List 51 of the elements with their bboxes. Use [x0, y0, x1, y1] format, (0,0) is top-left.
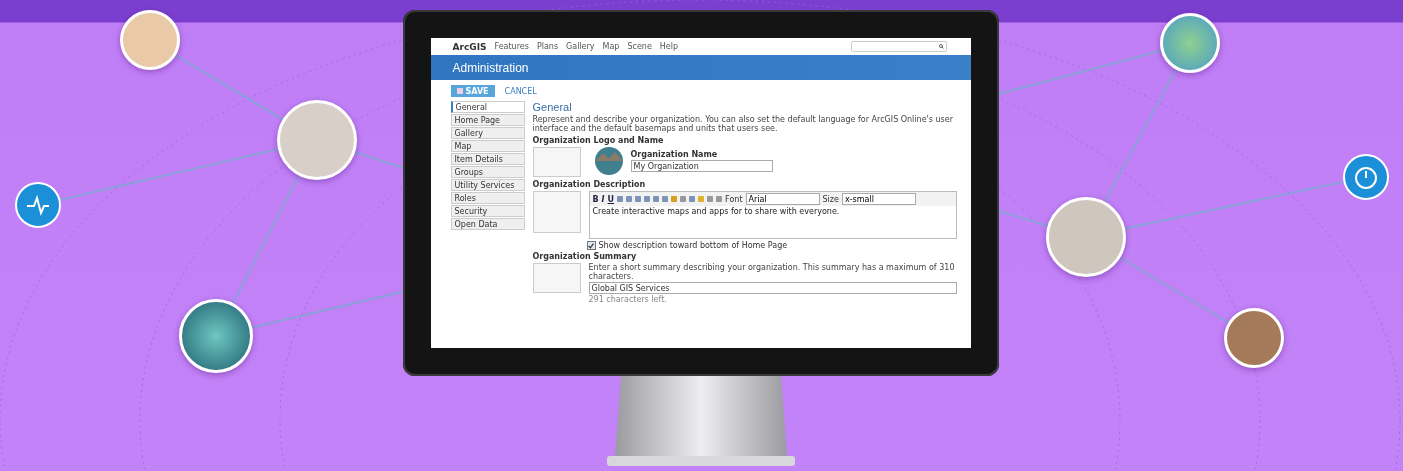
description-text: Create interactive maps and apps for to share with everyone.: [591, 206, 841, 217]
layout-thumbnail: [532, 191, 581, 233]
sidebar-item[interactable]: Gallery: [450, 127, 525, 139]
character-counter: 291 characters left.: [588, 295, 668, 304]
intro-text: Represent and describe your organization. You can also set the default language for ArcGIS Online's user interface and the default basemaps and units that users see.: [532, 115, 954, 133]
logo-thumbnail: [532, 147, 581, 177]
size-select[interactable]: x-small: [841, 193, 916, 205]
subsection-title: Organization Logo and Name: [532, 136, 665, 145]
checkbox-label: Show description toward bottom of Home Page: [598, 241, 788, 250]
search-field[interactable]: [850, 41, 947, 52]
rich-text-editor[interactable]: B I U Font Arial Size x-small Create interactive maps and apps for to share with everyone.: [588, 191, 957, 239]
sidebar-item[interactable]: General: [450, 101, 525, 113]
sidebar-item[interactable]: Home Page: [450, 114, 525, 126]
nav-link[interactable]: Map: [602, 42, 620, 51]
sidebar-item[interactable]: Utility Services: [450, 179, 525, 191]
nav-link[interactable]: Gallery: [566, 42, 595, 51]
layout-thumbnail: [532, 263, 581, 293]
subsection-title: Organization Summary: [532, 252, 638, 261]
size-label: Size: [822, 194, 839, 204]
sidebar-item[interactable]: Groups: [450, 166, 525, 178]
subsection-title: Organization Description: [532, 180, 647, 189]
format-button[interactable]: U: [607, 194, 615, 204]
gauge-icon: [1343, 154, 1389, 200]
hint-text: Enter a short summary describing your organization. This summary has a maximum of 310 characters.: [588, 263, 956, 281]
pulse-icon: [15, 182, 61, 228]
sidebar-item[interactable]: Open Data: [450, 218, 525, 230]
sidebar-item[interactable]: Security: [450, 205, 525, 217]
font-select[interactable]: Arial: [745, 193, 820, 205]
sidebar-item[interactable]: Item Details: [450, 153, 525, 165]
nav-link[interactable]: Scene: [627, 42, 652, 51]
search-icon: [938, 44, 944, 49]
format-button[interactable]: B: [592, 194, 599, 204]
logo: ArcGIS: [452, 41, 487, 52]
cancel-link[interactable]: CANCEL: [504, 86, 537, 96]
name-input[interactable]: My Organization: [630, 160, 773, 172]
checkbox[interactable]: [586, 241, 596, 250]
sidebar-item[interactable]: Roles: [450, 192, 525, 204]
avatar-circle: [120, 10, 180, 70]
page-title: Administration: [452, 60, 529, 75]
section-heading: General: [532, 101, 573, 113]
summary-input[interactable]: Global GIS Services: [588, 282, 957, 294]
nav-link[interactable]: Plans: [536, 42, 559, 51]
photo-placeholder: [594, 147, 623, 175]
sidebar-item[interactable]: Map: [450, 140, 525, 152]
photo-placeholder: [1160, 13, 1220, 73]
nav-link[interactable]: Help: [659, 42, 679, 51]
format-button[interactable]: I: [601, 194, 605, 204]
nav-link[interactable]: Features: [494, 42, 529, 51]
field-label: Organization Name: [630, 150, 719, 159]
font-label: Font: [725, 194, 743, 204]
avatar-circle: [1224, 308, 1284, 368]
